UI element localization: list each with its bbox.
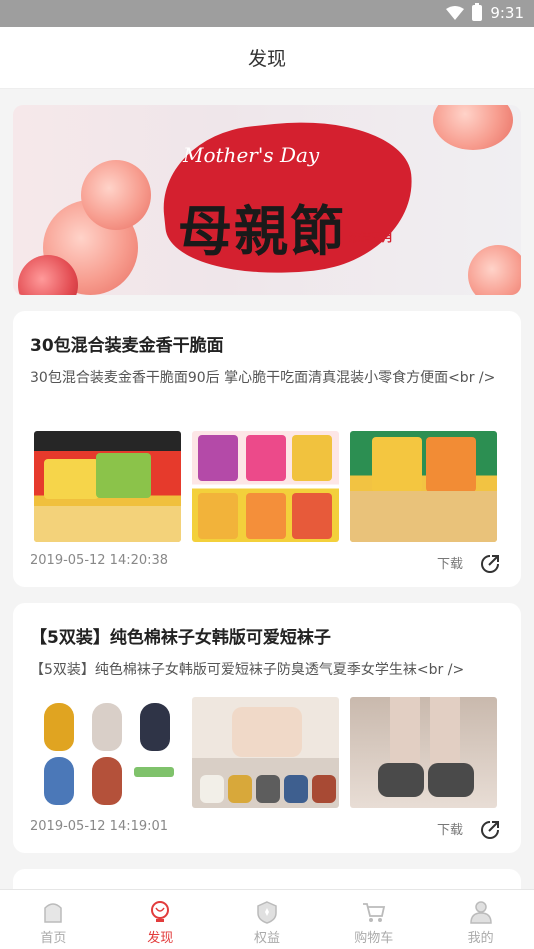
- tab-cart[interactable]: 购物车: [320, 890, 427, 949]
- bottom-tab-bar: 首页 发现 权益 购物车 我的: [0, 889, 534, 949]
- tab-label: 购物车: [354, 931, 394, 946]
- post-image[interactable]: [350, 431, 497, 542]
- discover-bulb-icon: [151, 901, 170, 922]
- page-title: 发现: [247, 48, 286, 70]
- post-title: 【5双装】纯色棉袜子女韩版可爱短袜子: [30, 628, 331, 648]
- tab-discover[interactable]: 发现: [107, 890, 214, 949]
- promo-banner[interactable]: Mother's Day 母親節 浓情五月: [13, 105, 521, 295]
- tab-rights[interactable]: 权益: [214, 890, 321, 949]
- post-card[interactable]: 【5双装】纯色棉袜子女韩版可爱短袜子 【5双装】纯色棉袜子女韩版可爱短袜子防臭透…: [13, 603, 521, 853]
- post-image[interactable]: [350, 697, 497, 808]
- rights-shield-icon: [257, 901, 277, 924]
- post-description: 30包混合装麦金香干脆面90后 掌心脆干吃面清真混装小零食方便面<br />: [30, 370, 496, 386]
- rose-decoration: [433, 105, 513, 150]
- battery-icon: [472, 3, 483, 21]
- page-header: 发现: [0, 27, 534, 89]
- post-image[interactable]: [192, 431, 339, 542]
- post-date: 2019-05-12 14:20:38: [30, 553, 169, 568]
- post-image[interactable]: [34, 431, 181, 542]
- home-icon: [44, 903, 63, 923]
- post-title: 30包混合装麦金香干脆面: [30, 336, 224, 356]
- post-image[interactable]: [34, 697, 181, 808]
- tab-label: 发现: [147, 931, 174, 946]
- status-bar: 9:31: [0, 0, 534, 27]
- wifi-icon: [446, 6, 465, 20]
- post-image[interactable]: [192, 697, 339, 808]
- tab-label: 首页: [40, 931, 67, 946]
- status-time: 9:31: [490, 4, 524, 22]
- tab-label: 我的: [467, 931, 494, 946]
- tab-label: 权益: [253, 931, 280, 946]
- download-button[interactable]: 下载: [437, 553, 463, 572]
- post-image-row: [34, 431, 497, 542]
- rose-decoration: [468, 245, 521, 295]
- share-icon[interactable]: [479, 819, 501, 841]
- profile-icon: [469, 901, 492, 924]
- tab-home[interactable]: 首页: [0, 890, 107, 949]
- download-button[interactable]: 下载: [437, 819, 463, 838]
- post-description: 【5双装】纯色棉袜子女韩版可爱短袜子防臭透气夏季女学生袜<br />: [30, 662, 465, 678]
- post-card[interactable]: 30包混合装麦金香干脆面 30包混合装麦金香干脆面90后 掌心脆干吃面清真混装小…: [13, 311, 521, 587]
- tab-profile[interactable]: 我的: [427, 890, 534, 949]
- share-icon[interactable]: [479, 553, 501, 575]
- banner-english-text: Mother's Day: [183, 143, 320, 167]
- cart-icon: [362, 903, 385, 922]
- banner-chinese-text: 母親節: [178, 199, 346, 263]
- rose-decoration: [81, 160, 151, 230]
- post-date: 2019-05-12 14:19:01: [30, 819, 169, 834]
- post-image-row: [34, 697, 497, 808]
- banner-stamp-text: 浓情五月: [349, 231, 393, 244]
